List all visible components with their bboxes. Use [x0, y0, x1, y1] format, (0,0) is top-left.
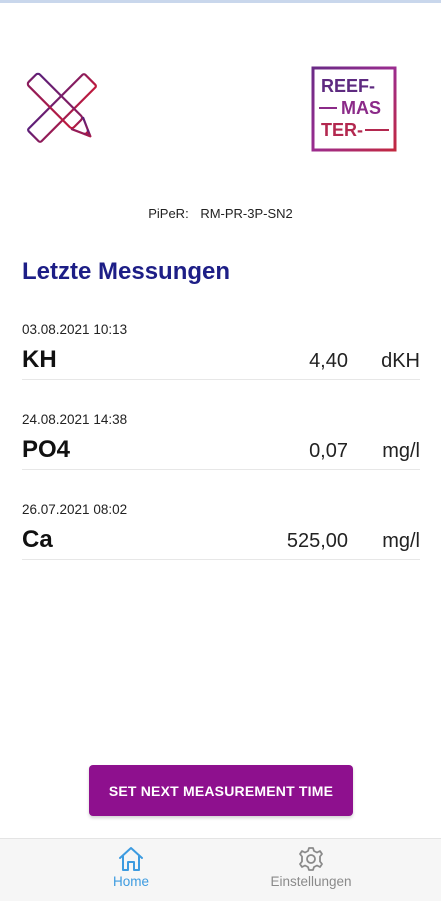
tab-home-label: Home — [112, 874, 149, 889]
measurement-date: 26.07.2021 08:02 — [22, 502, 128, 517]
set-next-measurement-time-button[interactable]: SET NEXT MEASUREMENT TIME — [89, 765, 353, 816]
measurement-row: 26.07.2021 08:02 Ca 525,00 mg/l — [22, 502, 420, 560]
measurement-param: Ca — [22, 526, 53, 553]
measurement-unit: mg/l — [382, 440, 420, 462]
device-info: PiPeR: RM-PR-3P-SN2 — [0, 206, 441, 221]
measurement-date: 24.08.2021 14:38 — [22, 412, 128, 427]
reefmaster-logo: REEF- MAS TER- — [311, 66, 397, 152]
tab-settings[interactable]: Einstellungen — [251, 839, 371, 901]
measurement-row: 24.08.2021 14:38 PO4 0,07 mg/l — [22, 412, 420, 470]
logo-line-3: TER- — [321, 120, 363, 140]
status-bar-edge — [0, 0, 441, 3]
measurement-date: 03.08.2021 10:13 — [22, 322, 128, 337]
section-title: Letzte Messungen — [22, 258, 231, 285]
device-id: RM-PR-3P-SN2 — [200, 206, 293, 221]
logo-line-1: REEF- — [321, 76, 375, 96]
gear-icon — [251, 846, 371, 872]
measurement-param: PO4 — [22, 436, 71, 463]
measurement-value: 4,40 — [309, 350, 348, 372]
logo-line-2: MAS — [341, 98, 381, 118]
device-label: PiPeR: — [148, 206, 189, 221]
tab-home[interactable]: Home — [71, 839, 191, 901]
home-icon — [71, 846, 191, 872]
measurement-row: 03.08.2021 10:13 KH 4,40 dKH — [22, 322, 420, 380]
measurement-unit: dKH — [381, 350, 420, 372]
measurement-value: 0,07 — [309, 440, 348, 462]
tab-settings-label: Einstellungen — [270, 874, 352, 889]
measurement-value: 525,00 — [286, 530, 348, 552]
measurement-unit: mg/l — [382, 530, 420, 552]
tools-logo-icon — [18, 64, 106, 152]
measurement-param: KH — [22, 346, 57, 373]
bottom-tab-bar: Home Einstellungen — [0, 838, 441, 901]
